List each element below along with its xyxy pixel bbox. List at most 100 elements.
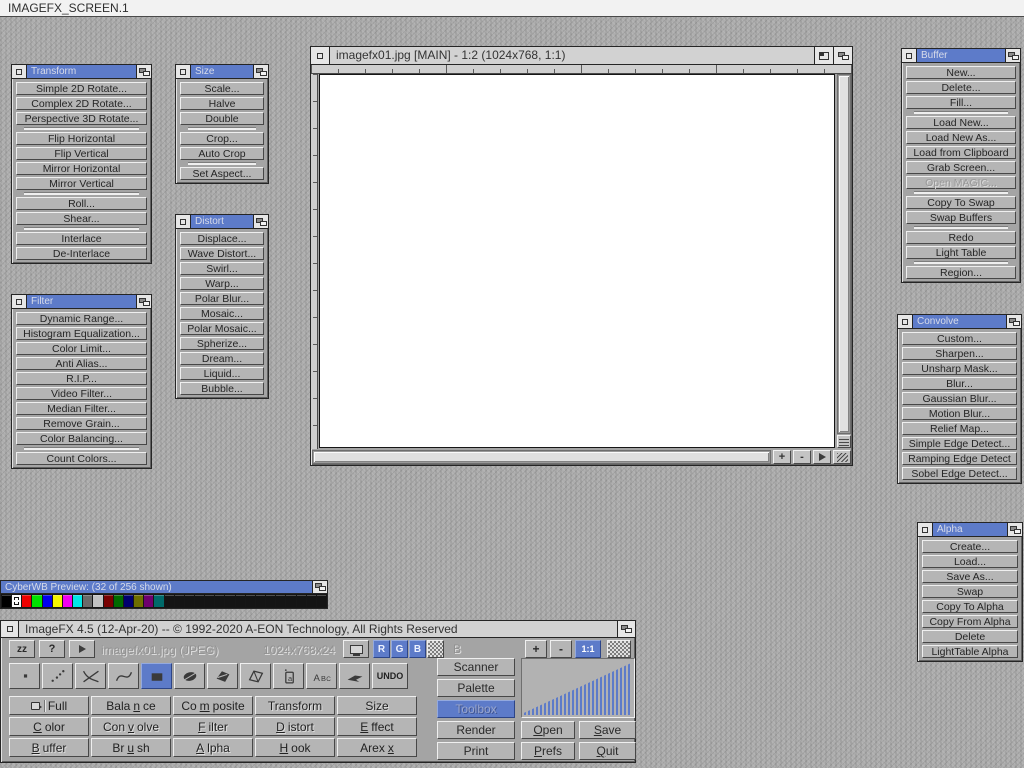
dynamic-range-button[interactable]: Dynamic Range...: [16, 312, 147, 325]
region-button[interactable]: Region...: [906, 266, 1016, 279]
palette-swatch[interactable]: [154, 595, 163, 607]
palette-swatch[interactable]: [73, 595, 82, 607]
histogram-equalization-button[interactable]: Histogram Equalization...: [16, 327, 147, 340]
color-balancing-button[interactable]: Color Balancing...: [16, 432, 147, 445]
hook-button[interactable]: Hook: [255, 738, 335, 757]
flip-horizontal-button[interactable]: Flip Horizontal: [16, 132, 147, 145]
set-aspect-button[interactable]: Set Aspect...: [180, 167, 264, 180]
depth-gadget[interactable]: [253, 215, 268, 228]
vertical-scroll-thumb[interactable]: [839, 76, 849, 432]
palette-swatch[interactable]: [185, 595, 194, 607]
double-button[interactable]: Double: [180, 112, 264, 125]
new-button[interactable]: New...: [906, 66, 1016, 79]
palette-swatch[interactable]: [215, 595, 224, 607]
horizontal-scrollbar[interactable]: [312, 450, 771, 464]
palette-swatch[interactable]: [225, 595, 234, 607]
zoom-out-button[interactable]: -: [793, 450, 811, 464]
palette-swatch[interactable]: [83, 595, 92, 607]
interlace-button[interactable]: Interlace: [16, 232, 147, 245]
depth-gadget[interactable]: [253, 65, 268, 78]
load-from-clipboard-button[interactable]: Load from Clipboard: [906, 146, 1016, 159]
ramping-edge-detect-button[interactable]: Ramping Edge Detect: [902, 452, 1017, 465]
displace-button[interactable]: Displace...: [180, 232, 264, 245]
depth-gadget[interactable]: [1007, 523, 1022, 536]
unsharp-mask-button[interactable]: Unsharp Mask...: [902, 362, 1017, 375]
horizontal-scroll-thumb[interactable]: [314, 452, 769, 462]
distort-panel-titlebar[interactable]: Distort: [176, 215, 268, 229]
palette-swatch[interactable]: [53, 595, 62, 607]
depth-gadget[interactable]: [1005, 49, 1020, 62]
save-button[interactable]: Save: [579, 721, 636, 739]
checker-pattern-button[interactable]: [607, 640, 631, 658]
red-channel-button[interactable]: R: [373, 640, 390, 658]
light-table-button[interactable]: Light Table: [906, 246, 1016, 259]
pan-button[interactable]: [813, 450, 831, 464]
bubble-button[interactable]: Bubble...: [180, 382, 264, 395]
palette-swatch[interactable]: [276, 595, 285, 607]
spherize-button[interactable]: Spherize...: [180, 337, 264, 350]
size-panel-titlebar[interactable]: Size: [176, 65, 268, 79]
blue-channel-button[interactable]: B: [409, 640, 426, 658]
quit-button[interactable]: Quit: [579, 742, 636, 760]
green-channel-button[interactable]: G: [391, 640, 408, 658]
delete-button[interactable]: Delete...: [906, 81, 1016, 94]
filter-panel-titlebar[interactable]: Filter: [12, 295, 151, 309]
copy-to-swap-button[interactable]: Copy To Swap: [906, 196, 1016, 209]
box-tool[interactable]: [141, 663, 172, 689]
fill-tool[interactable]: a: [273, 663, 304, 689]
video-filter-button[interactable]: Video Filter...: [16, 387, 147, 400]
print-button[interactable]: Print: [437, 742, 515, 760]
close-gadget[interactable]: [311, 47, 330, 64]
polar-blur-button[interactable]: Polar Blur...: [180, 292, 264, 305]
palette-swatch[interactable]: [175, 595, 184, 607]
sharpen-button[interactable]: Sharpen...: [902, 347, 1017, 360]
color-limit-button[interactable]: Color Limit...: [16, 342, 147, 355]
palette-swatch[interactable]: [205, 595, 214, 607]
motion-blur-button[interactable]: Motion Blur...: [902, 407, 1017, 420]
save-as-button[interactable]: Save As...: [922, 570, 1018, 583]
close-gadget[interactable]: [176, 215, 191, 228]
simple-edge-detect-button[interactable]: Simple Edge Detect...: [902, 437, 1017, 450]
simple-2d-rotate-button[interactable]: Simple 2D Rotate...: [16, 82, 147, 95]
blur-button[interactable]: Blur...: [902, 377, 1017, 390]
custom-button[interactable]: Custom...: [902, 332, 1017, 345]
palette-swatch[interactable]: [32, 595, 41, 607]
airbrush-tool[interactable]: [42, 663, 73, 689]
grab-screen-button[interactable]: Grab Screen...: [906, 161, 1016, 174]
palette-swatch[interactable]: [144, 595, 153, 607]
transform-panel-titlebar[interactable]: Transform: [12, 65, 151, 79]
run-button[interactable]: [69, 640, 95, 658]
delete-button[interactable]: Delete: [922, 630, 1018, 643]
load-button[interactable]: Load...: [922, 555, 1018, 568]
palette-button[interactable]: Palette: [437, 679, 515, 697]
polygon-tool[interactable]: [207, 663, 238, 689]
vertical-scrollbar[interactable]: [837, 74, 851, 434]
auto-crop-button[interactable]: Auto Crop: [180, 147, 264, 160]
curve-tool[interactable]: [108, 663, 139, 689]
warp-button[interactable]: Warp...: [180, 277, 264, 290]
lighttable-alpha-button[interactable]: LightTable Alpha: [922, 645, 1018, 658]
mirror-horizontal-button[interactable]: Mirror Horizontal: [16, 162, 147, 175]
resize-gadget[interactable]: [833, 450, 851, 464]
zoom-in-button[interactable]: +: [773, 450, 791, 464]
palette-swatch[interactable]: [43, 595, 52, 607]
close-gadget[interactable]: [918, 523, 933, 536]
palette-swatch[interactable]: [286, 595, 295, 607]
relief-map-button[interactable]: Relief Map...: [902, 422, 1017, 435]
color-button[interactable]: Color: [9, 717, 89, 736]
mosaic-button[interactable]: Mosaic...: [180, 307, 264, 320]
sleep-button[interactable]: zz: [9, 640, 35, 658]
view-zoom-in-button[interactable]: +: [525, 640, 547, 658]
render-button[interactable]: Render: [437, 721, 515, 739]
palette-swatch[interactable]: [93, 595, 102, 607]
buffer-panel-titlebar[interactable]: Buffer: [902, 49, 1020, 63]
depth-gadget[interactable]: [136, 295, 151, 308]
r-i-p-button[interactable]: R.I.P...: [16, 372, 147, 385]
smear-tool[interactable]: [339, 663, 370, 689]
close-gadget[interactable]: [902, 49, 917, 62]
depth-gadget[interactable]: [1006, 315, 1021, 328]
complex-2d-rotate-button[interactable]: Complex 2D Rotate...: [16, 97, 147, 110]
convolve-panel-titlebar[interactable]: Convolve: [898, 315, 1021, 329]
palette-swatch[interactable]: [134, 595, 143, 607]
close-gadget[interactable]: [176, 65, 191, 78]
